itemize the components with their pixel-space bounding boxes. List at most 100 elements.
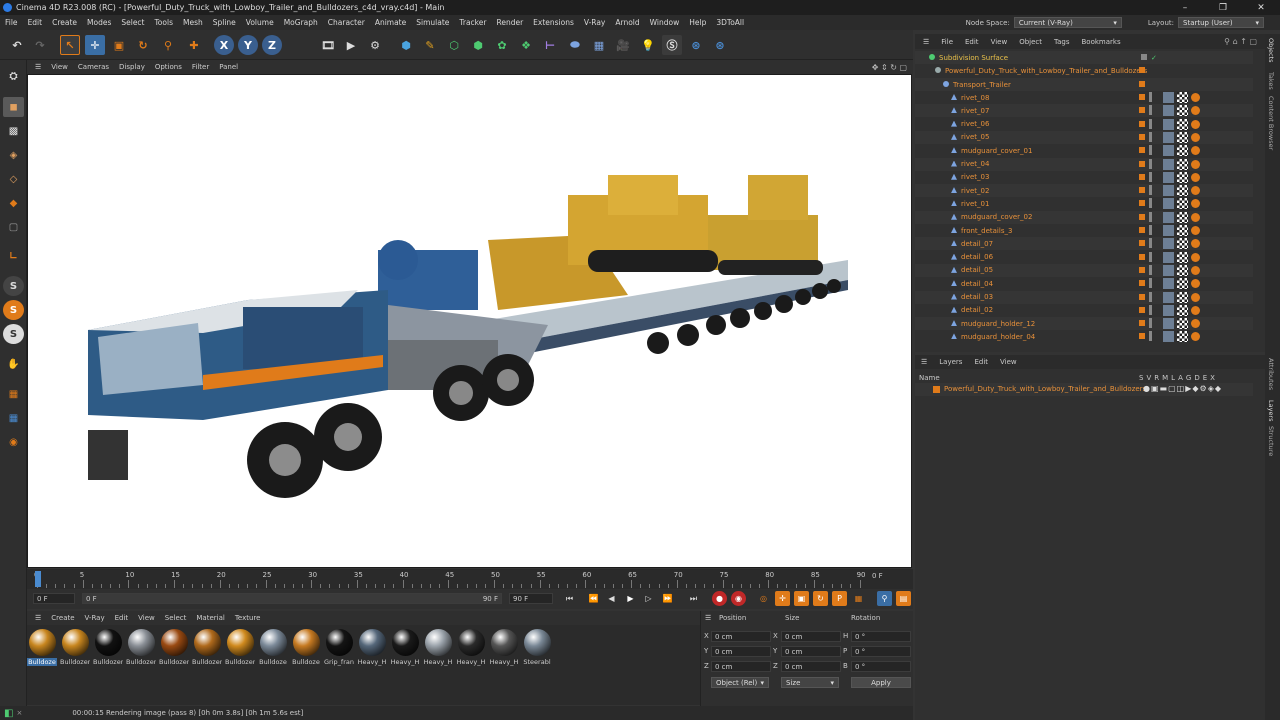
menu-extensions[interactable]: Extensions	[528, 18, 579, 27]
menu-select[interactable]: Select	[116, 18, 149, 27]
minimize-button[interactable]: –	[1166, 0, 1204, 15]
menu-spline[interactable]: Spline	[208, 18, 241, 27]
make-editable-icon[interactable]: ⛭	[3, 66, 24, 86]
pos-y-field[interactable]: 0 cm	[711, 646, 771, 657]
key-position-icon[interactable]: ◎	[756, 591, 771, 606]
uvw-tag-icon[interactable]	[1177, 198, 1188, 210]
field-icon[interactable]: ⬬	[565, 35, 585, 55]
phong-tag-icon[interactable]	[1163, 118, 1174, 130]
next-frame-icon[interactable]: ▷	[641, 591, 656, 606]
mat-menu-create[interactable]: Create	[46, 614, 79, 622]
pos-x-field[interactable]: 0 cm	[711, 631, 771, 642]
layer-menu-view[interactable]: View	[994, 358, 1023, 366]
material-swatch[interactable]: Bulldoze	[27, 629, 57, 669]
tab-layers[interactable]: Layers	[1267, 400, 1275, 422]
phong-tag-icon[interactable]	[1163, 238, 1174, 250]
material-tag-icon[interactable]	[1191, 146, 1200, 156]
menu-mograph[interactable]: MoGraph	[279, 18, 323, 27]
prev-frame-icon[interactable]: ◀	[604, 591, 619, 606]
timeline-window-icon[interactable]: ▤	[896, 591, 911, 606]
snap-icon[interactable]: S	[3, 276, 24, 296]
camera-icon[interactable]: 🎥	[613, 35, 633, 55]
axis-mode-icon[interactable]: ∟	[3, 246, 24, 266]
visibility-dots[interactable]	[1149, 158, 1152, 169]
hamburger-icon[interactable]: ☰	[915, 358, 933, 366]
layer-toggles[interactable]: ●▣▬▢◫▶◆⚙◈◆	[1143, 384, 1222, 393]
object-row[interactable]: rivet_01	[915, 197, 1253, 211]
material-tag-icon[interactable]	[1191, 119, 1200, 129]
size-z-field[interactable]: 0 cm	[781, 661, 841, 672]
object-row[interactable]: mudguard_holder_04	[915, 330, 1253, 344]
layer-dot[interactable]	[1139, 306, 1145, 313]
viewport-menu-panel[interactable]: Panel	[214, 63, 243, 71]
texture-mode-icon[interactable]: ▩	[3, 121, 24, 141]
prev-key-icon[interactable]: ⏪	[586, 591, 601, 606]
object-row[interactable]: rivet_06	[915, 117, 1253, 131]
size-y-field[interactable]: 0 cm	[781, 646, 841, 657]
playhead[interactable]	[35, 571, 41, 587]
uvw-tag-icon[interactable]	[1177, 211, 1188, 223]
layer-dot[interactable]	[1139, 133, 1145, 140]
hamburger-icon[interactable]: ☰	[705, 614, 711, 622]
maximize-button[interactable]: ❐	[1204, 0, 1242, 15]
visibility-dots[interactable]	[1149, 264, 1152, 275]
menu-animate[interactable]: Animate	[370, 18, 411, 27]
subdivision-generator-icon[interactable]: ⬡	[444, 35, 464, 55]
redo-icon[interactable]: ↷	[30, 35, 50, 55]
menu-vray[interactable]: V-Ray	[579, 18, 610, 27]
object-row-root[interactable]: Subdivision Surface ✓	[915, 51, 1253, 64]
layer-dot[interactable]	[1139, 293, 1145, 300]
transform-tool-icon[interactable]: ✚	[184, 35, 204, 55]
grid-icon[interactable]: ▦	[3, 384, 24, 404]
material-tag-icon[interactable]	[1191, 212, 1200, 222]
visibility-dots[interactable]	[1149, 331, 1152, 342]
start-frame-field[interactable]: 0 F	[33, 593, 75, 604]
key-rotate-icon[interactable]: ↻	[813, 591, 828, 606]
object-row[interactable]: detail_02	[915, 303, 1253, 317]
material-tag-icon[interactable]	[1191, 265, 1200, 275]
material-tag-icon[interactable]	[1191, 93, 1200, 102]
layer-dot[interactable]	[1139, 227, 1145, 233]
floor-icon[interactable]: ▦	[589, 35, 609, 55]
material-tag-icon[interactable]	[1191, 319, 1200, 329]
mat-menu-select[interactable]: Select	[160, 614, 192, 622]
material-swatch[interactable]: Steerabl	[522, 629, 552, 669]
play-icon[interactable]: ▶	[623, 591, 638, 606]
recent-tools-icon[interactable]: ⚲	[158, 35, 178, 55]
material-swatch[interactable]: Bulldozer	[159, 629, 189, 669]
object-row[interactable]: mudguard_holder_12	[915, 317, 1253, 331]
layer-dot[interactable]	[1139, 253, 1145, 260]
object-row[interactable]: detail_06	[915, 250, 1253, 264]
visibility-dots[interactable]	[1149, 251, 1152, 262]
key-pla-icon[interactable]: ▦	[851, 591, 866, 606]
viewport-menu-filter[interactable]: Filter	[187, 63, 214, 71]
node-space-dropdown[interactable]: Current (V-Ray) ▾	[1013, 17, 1122, 28]
obj-menu-view[interactable]: View	[985, 38, 1014, 46]
current-frame-field[interactable]: 0 F	[870, 572, 910, 584]
material-tag-icon[interactable]	[1191, 252, 1200, 262]
object-row[interactable]: rivet_08	[915, 91, 1253, 104]
layer-dot[interactable]	[1139, 107, 1145, 114]
material-swatch[interactable]: Bulldozer	[225, 629, 255, 669]
rot-h-field[interactable]: 0 °	[851, 631, 911, 642]
cube-primitive-icon[interactable]: ⬢	[396, 35, 416, 55]
y-axis-lock-icon[interactable]: Y	[238, 35, 258, 55]
viewport-menu-cameras[interactable]: Cameras	[73, 63, 114, 71]
obj-search-icon[interactable]: ⚲ ⌂ ↑ ▢	[1224, 37, 1257, 46]
phong-tag-icon[interactable]	[1163, 198, 1174, 210]
mat-menu-material[interactable]: Material	[191, 614, 229, 622]
phong-tag-icon[interactable]	[1163, 185, 1174, 197]
uvw-tag-icon[interactable]	[1177, 331, 1188, 343]
go-to-end-icon[interactable]: ⏭	[686, 591, 701, 606]
material-tag-icon[interactable]	[1191, 239, 1200, 249]
uvw-tag-icon[interactable]	[1177, 145, 1188, 157]
size-mode-dropdown[interactable]: Size ▾	[781, 677, 839, 688]
phong-tag-icon[interactable]	[1163, 318, 1174, 330]
layer-dot[interactable]	[1139, 280, 1145, 287]
move-tool-icon[interactable]: ✛	[85, 35, 105, 55]
check-icon[interactable]: ✓	[1151, 54, 1157, 62]
key-param-icon[interactable]: P	[832, 591, 847, 606]
phong-tag-icon[interactable]	[1163, 92, 1174, 103]
uvw-tag-icon[interactable]	[1177, 304, 1188, 316]
material-swatch[interactable]: Bulldoze	[258, 629, 288, 669]
